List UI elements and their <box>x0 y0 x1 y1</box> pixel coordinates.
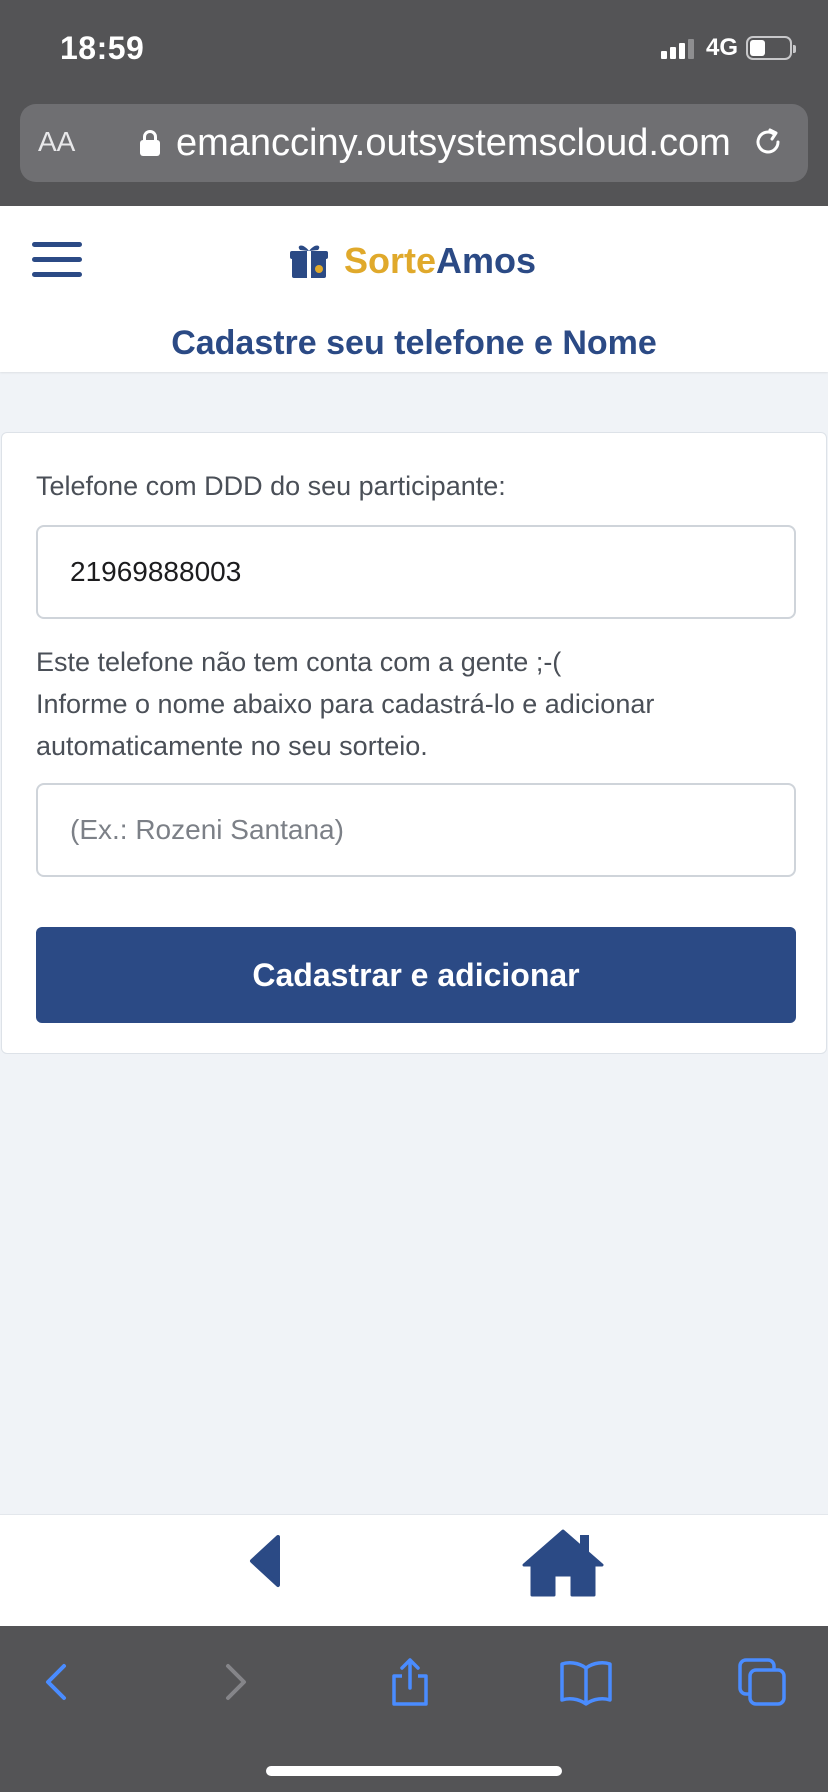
brand-logo: SorteAmos <box>288 240 536 282</box>
status-indicators: 4G <box>660 34 796 62</box>
phone-input[interactable] <box>36 525 796 619</box>
message-line-1: Este telefone não tem conta com a gente … <box>36 647 562 677</box>
forward-arrow-icon[interactable] <box>206 1654 262 1710</box>
message-line-3: automaticamente no seu sorteio. <box>36 731 428 761</box>
url-text[interactable]: emancciny.outsystemscloud.com <box>176 122 736 165</box>
home-indicator <box>266 1766 562 1776</box>
browser-toolbar <box>0 1626 828 1792</box>
app-bottom-nav <box>0 1514 828 1626</box>
name-input[interactable] <box>36 783 796 877</box>
page-title: Cadastre seu telefone e Nome <box>171 324 657 362</box>
status-time: 18:59 <box>60 30 145 66</box>
tabs-icon[interactable] <box>734 1654 790 1710</box>
battery-icon <box>746 36 796 60</box>
phone-label: Telefone com DDD do seu participante: <box>36 471 506 501</box>
register-and-add-button[interactable]: Cadastrar e adicionar <box>36 927 796 1023</box>
bookmarks-icon[interactable] <box>558 1654 614 1710</box>
app-header: SorteAmos Cadastre seu telefone e Nome <box>0 206 828 372</box>
menu-icon[interactable] <box>32 242 82 278</box>
lock-icon <box>140 130 160 156</box>
signal-icon <box>660 37 694 59</box>
message-line-2: Informe o nome abaixo para cadastrá-lo e… <box>36 689 655 719</box>
text-size-button[interactable]: AA <box>38 126 75 158</box>
home-icon[interactable] <box>520 1527 606 1599</box>
browser-top-chrome: 18:59 4G AA emancciny.outsystemscloud.co… <box>0 0 828 206</box>
register-card: Telefone com DDD do seu participante: Es… <box>1 432 827 1054</box>
back-arrow-icon[interactable] <box>30 1654 86 1710</box>
share-icon[interactable] <box>382 1654 438 1710</box>
network-type: 4G <box>705 34 738 61</box>
back-triangle-icon[interactable] <box>248 1533 282 1589</box>
address-bar[interactable]: AA emancciny.outsystemscloud.com <box>20 104 808 182</box>
brand-name: SorteAmos <box>344 240 537 281</box>
no-account-message: Este telefone não tem conta com a gente … <box>36 641 796 767</box>
gift-icon <box>290 245 328 278</box>
reload-icon[interactable] <box>748 122 788 162</box>
